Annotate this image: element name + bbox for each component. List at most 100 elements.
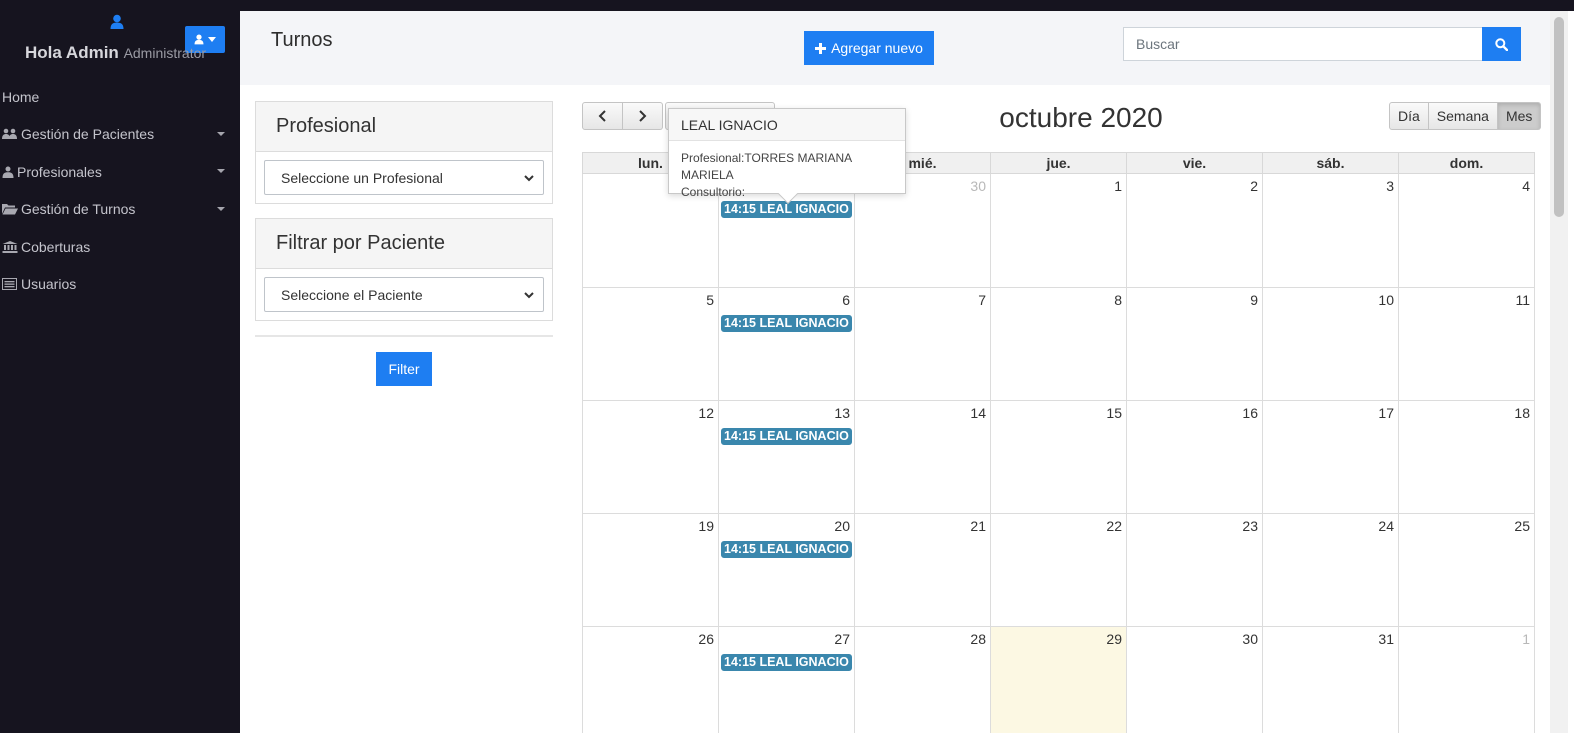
next-month-button[interactable] <box>623 102 663 130</box>
scrollbar-thumb[interactable] <box>1554 17 1564 217</box>
day-cell[interactable]: 22 <box>991 514 1127 627</box>
day-cell[interactable]: 11 <box>1399 288 1535 401</box>
day-cell[interactable]: 31 <box>1263 627 1399 733</box>
top-strip <box>240 0 1574 11</box>
add-new-button[interactable]: Agregar nuevo <box>804 31 934 65</box>
day-cell[interactable]: 12 <box>582 401 719 514</box>
day-cell[interactable]: 27 14:15 LEAL IGNACIO <box>719 627 855 733</box>
sidebar-item-usuarios[interactable]: Usuarios <box>0 266 240 304</box>
day-number: 18 <box>1514 405 1530 421</box>
day-cell[interactable]: 18 <box>1399 401 1535 514</box>
day-cell[interactable]: 1 <box>1399 627 1535 733</box>
view-week-button[interactable]: Semana <box>1428 102 1498 130</box>
sidebar-item-label: Coberturas <box>21 238 91 255</box>
day-cell[interactable]: 15 <box>991 401 1127 514</box>
day-number: 9 <box>1250 292 1258 308</box>
sidebar-item-gestion-turnos[interactable]: Gestión de Turnos <box>0 191 240 229</box>
sidebar-item-label: Gestión de Pacientes <box>21 126 155 143</box>
sidebar-item-label: Usuarios <box>21 276 77 293</box>
calendar-event[interactable]: 14:15 LEAL IGNACIO <box>721 541 852 558</box>
calendar-event[interactable]: 14:15 LEAL IGNACIO <box>721 201 852 218</box>
prev-month-button[interactable] <box>582 102 623 130</box>
day-number: 13 <box>834 405 850 421</box>
day-number: 7 <box>978 292 986 308</box>
day-cell[interactable]: 16 <box>1127 401 1263 514</box>
sidebar-item-gestion-pacientes[interactable]: Gestión de Pacientes <box>0 116 240 154</box>
day-number: 17 <box>1378 405 1394 421</box>
day-cell[interactable]: 21 <box>855 514 991 627</box>
day-cell[interactable]: 7 <box>855 288 991 401</box>
sidebar-item-home[interactable]: Home <box>0 78 240 116</box>
paciente-select-value: Seleccione el Paciente <box>281 286 423 303</box>
search-input[interactable] <box>1123 27 1483 61</box>
chevron-right-icon <box>639 110 647 122</box>
day-cell[interactable]: 1 <box>991 174 1127 288</box>
day-number: 19 <box>698 518 714 534</box>
user-role: Administrator <box>123 45 207 61</box>
page-title: Turnos <box>271 29 333 51</box>
caret-down-icon <box>217 131 225 136</box>
day-cell[interactable]: 23 <box>1127 514 1263 627</box>
day-number: 20 <box>834 518 850 534</box>
sidebar-item-coberturas[interactable]: Coberturas <box>0 228 240 266</box>
day-cell[interactable]: 14 <box>855 401 991 514</box>
sidebar-item-label: Gestión de Turnos <box>21 201 136 218</box>
day-cell[interactable]: 10 <box>1263 288 1399 401</box>
sidebar-item-profesionales[interactable]: Profesionales <box>0 153 240 191</box>
day-cell[interactable]: 28 <box>855 627 991 733</box>
day-cell[interactable]: 5 <box>582 288 719 401</box>
search-button[interactable] <box>1482 27 1521 61</box>
day-number: 29 <box>1106 631 1122 647</box>
calendar-event[interactable]: 14:15 LEAL IGNACIO <box>721 654 852 671</box>
day-cell[interactable]: 24 <box>1263 514 1399 627</box>
chevron-left-icon <box>598 110 606 122</box>
day-number: 31 <box>1378 631 1394 647</box>
day-number: 28 <box>970 631 986 647</box>
day-cell[interactable]: 9 <box>1127 288 1263 401</box>
day-number: 23 <box>1242 518 1258 534</box>
paciente-select[interactable]: Seleccione el Paciente <box>264 277 544 312</box>
calendar-event[interactable]: 14:15 LEAL IGNACIO <box>721 428 852 445</box>
view-day-button[interactable]: Día <box>1389 102 1429 130</box>
day-cell[interactable]: 4 <box>1399 174 1535 288</box>
day-number: 24 <box>1378 518 1394 534</box>
day-number: 12 <box>698 405 714 421</box>
day-cell[interactable]: 8 <box>991 288 1127 401</box>
calendar-view-switcher: Día Semana Mes <box>1389 102 1542 130</box>
caret-down-icon <box>217 169 225 173</box>
day-cell[interactable]: 13 14:15 LEAL IGNACIO <box>719 401 855 514</box>
divider <box>255 335 553 337</box>
caret-down-icon <box>217 206 225 211</box>
day-cell[interactable]: 30 <box>1127 627 1263 733</box>
sidebar-item-label: Home <box>2 88 40 105</box>
list-icon <box>2 278 17 291</box>
weekday-header: vie. <box>1127 152 1263 174</box>
day-number: 30 <box>1242 631 1258 647</box>
day-number: 16 <box>1242 405 1258 421</box>
day-cell[interactable]: 17 <box>1263 401 1399 514</box>
event-popover: LEAL IGNACIO Profesional:TORRES MARIANA … <box>668 108 906 204</box>
day-number: 1 <box>1114 178 1122 194</box>
view-month-button[interactable]: Mes <box>1497 102 1542 130</box>
page-scrollbar[interactable] <box>1550 11 1568 733</box>
day-cell[interactable]: 20 14:15 LEAL IGNACIO <box>719 514 855 627</box>
day-cell[interactable]: 2 <box>1127 174 1263 288</box>
plus-icon <box>815 42 827 54</box>
add-new-label: Agregar nuevo <box>831 40 923 56</box>
profesional-select[interactable]: Seleccione un Profesional <box>264 160 544 195</box>
sidebar-item-label: Profesionales <box>17 163 102 180</box>
popover-profesional: Profesional:TORRES MARIANA MARIELA <box>681 151 852 182</box>
day-cell[interactable]: 6 14:15 LEAL IGNACIO <box>719 288 855 401</box>
day-number: 21 <box>970 518 986 534</box>
day-number: 15 <box>1106 405 1122 421</box>
day-cell[interactable]: 29 <box>991 627 1127 733</box>
day-cell[interactable]: 19 <box>582 514 719 627</box>
day-cell[interactable]: 25 <box>1399 514 1535 627</box>
day-cell[interactable]: 3 <box>1263 174 1399 288</box>
paciente-panel: Filtrar por Paciente Seleccione el Pacie… <box>255 218 553 321</box>
day-cell[interactable]: 26 <box>582 627 719 733</box>
filter-button[interactable]: Filter <box>376 352 432 386</box>
day-number: 6 <box>842 292 850 308</box>
calendar-event[interactable]: 14:15 LEAL IGNACIO <box>721 315 852 332</box>
day-number: 25 <box>1514 518 1530 534</box>
